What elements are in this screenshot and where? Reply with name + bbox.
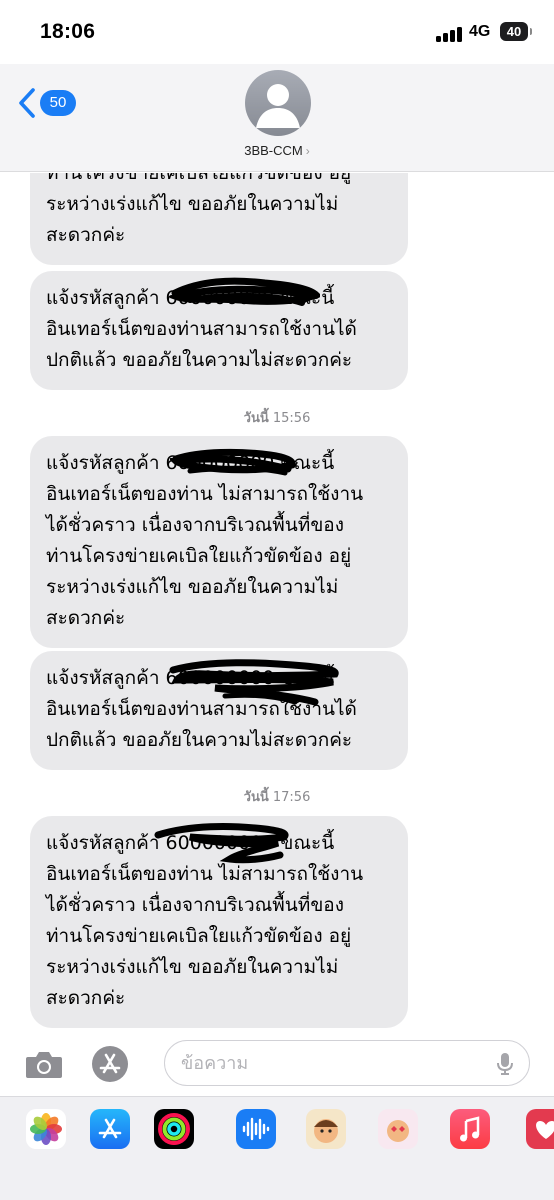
timestamp: วันนี้ 15:56 <box>0 407 554 428</box>
message-input[interactable] <box>181 1049 481 1077</box>
app-drawer <box>0 1096 554 1200</box>
timestamp-time: 17:56 <box>272 790 311 805</box>
camera-icon[interactable] <box>24 1048 64 1080</box>
cellular-signal-icon <box>436 26 464 42</box>
message-bubble[interactable]: แจ้งรหัสลูกค้า 600000000 ขณะนี้ อินเทอร์… <box>30 436 408 648</box>
conversation-header: 50 3BB-CCM › <box>0 64 554 172</box>
app-store-app-icon[interactable] <box>90 1109 130 1149</box>
timestamp-time: 15:56 <box>272 411 311 426</box>
chevron-right-icon: › <box>305 144 310 158</box>
network-type: 4G <box>469 23 491 40</box>
activity-app-icon[interactable] <box>154 1109 194 1149</box>
compose-bar <box>0 1030 554 1098</box>
battery-level: 40 <box>506 24 522 39</box>
message-input-field[interactable] <box>164 1040 530 1086</box>
status-bar: 18:06 4G 40 <box>0 0 554 64</box>
message-bubble[interactable]: แจ้งรหัสลูกค้า 600000000 ขณะนี้ อินเทอร์… <box>30 651 408 770</box>
timestamp: วันนี้ 17:56 <box>0 786 554 807</box>
battery-icon: 40 <box>500 22 532 41</box>
contact-avatar[interactable] <box>245 70 311 136</box>
audio-message-app-icon[interactable] <box>236 1109 276 1149</box>
unread-count-badge: 50 <box>40 90 76 116</box>
memoji-sticker-app-icon[interactable] <box>378 1109 418 1149</box>
status-time: 18:06 <box>40 20 96 43</box>
memoji-app-icon[interactable] <box>306 1109 346 1149</box>
contact-name-button[interactable]: 3BB-CCM › <box>0 143 554 158</box>
microphone-icon[interactable] <box>495 1052 515 1076</box>
photos-app-icon[interactable] <box>26 1109 66 1149</box>
message-bubble[interactable]: แจ้งรหัสลูกค้า 600000000 ขณะนี้ อินเทอร์… <box>30 271 408 390</box>
chevron-left-icon <box>19 88 35 118</box>
person-icon <box>256 84 300 128</box>
timestamp-day: วันนี้ <box>243 790 269 805</box>
heart-sticker-app-icon[interactable] <box>526 1109 554 1149</box>
music-app-icon[interactable] <box>450 1109 490 1149</box>
contact-name: 3BB-CCM <box>244 143 303 158</box>
back-button[interactable]: 50 <box>18 86 82 120</box>
message-bubble[interactable]: ท่านโครงข่ายเคเบิลใยแก้วขัดข้อง อยู่ ระห… <box>30 173 408 265</box>
timestamp-day: วันนี้ <box>243 411 269 426</box>
message-thread[interactable]: ท่านโครงข่ายเคเบิลใยแก้วขัดข้อง อยู่ ระห… <box>0 173 554 1030</box>
app-store-icon <box>99 1053 121 1074</box>
app-store-button[interactable] <box>92 1046 128 1082</box>
message-bubble[interactable]: แจ้งรหัสลูกค้า 600000000 ขณะนี้ อินเทอร์… <box>30 816 408 1028</box>
